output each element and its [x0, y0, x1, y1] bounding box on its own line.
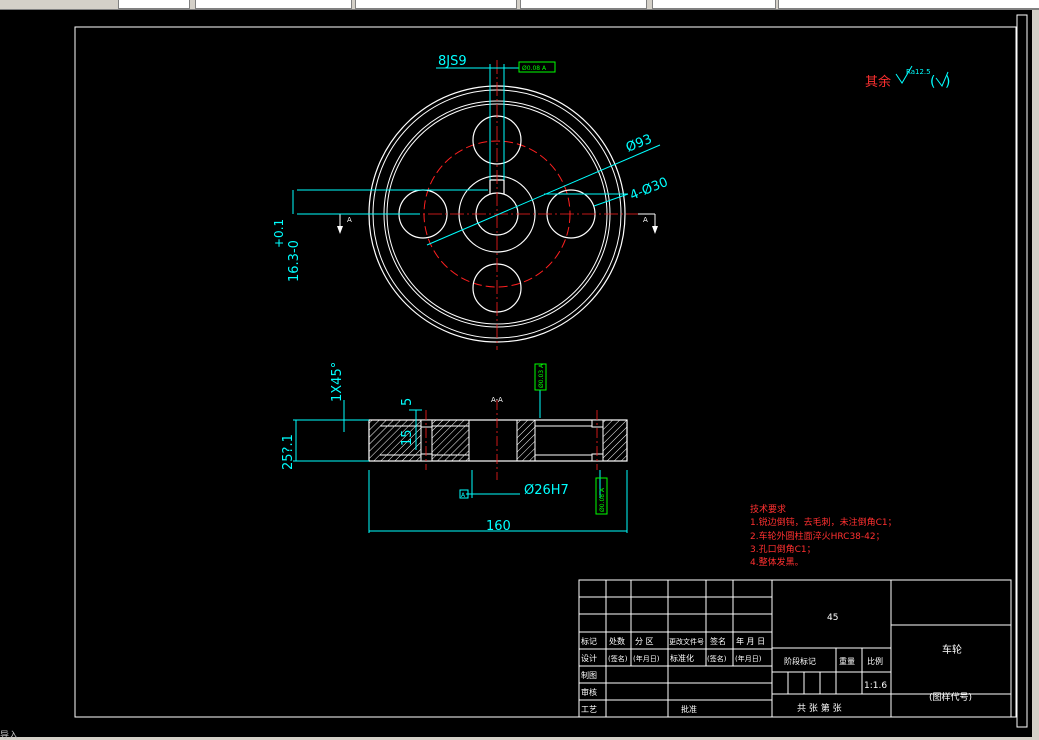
tb-part-name: 车轮 [942, 643, 962, 656]
tb-header-cell: 签名 [710, 636, 726, 646]
tb-stage-mark: 阶段标记 [784, 656, 816, 666]
inner-frame [1016, 14, 1028, 728]
dim-width: 160 [486, 519, 511, 534]
tb-design-cell: 设计 [581, 653, 597, 663]
top-view [337, 60, 658, 350]
section-marker-right: A [643, 216, 648, 224]
tolerance-c: Ø0.08 A [599, 487, 606, 512]
notes-item-4: 4.整体发黑。 [750, 556, 804, 568]
tb-header-cell: 标记 [581, 636, 597, 646]
dim-web: 5 [400, 398, 415, 406]
tb-row-label: 制图 [581, 670, 597, 680]
surface-note-bracket-open: ( [930, 74, 935, 90]
tb-approve: 批准 [681, 704, 697, 714]
notes-item-2: 2.车轮外圆柱面淬火HRC38-42； [750, 530, 885, 542]
dim-height: 25?.1 [281, 434, 296, 470]
section-label: A-A [491, 396, 503, 404]
dim-pitch-circle: Ø93 [624, 132, 654, 156]
notes-title: 技术要求 [750, 503, 786, 515]
tolerance-keyway: Ø0.08 A [522, 65, 547, 72]
surface-note-bracket-close: ) [945, 74, 950, 90]
dim-hub: 15 [400, 429, 415, 446]
surface-note-ra: Ra12.5 [906, 68, 931, 76]
cad-drawing: A A 8JS9 Ø0.08 A Ø93 4-Ø30 +0.1 16.3-0 其… [74, 14, 1028, 728]
tb-weight: 重量 [839, 656, 855, 666]
surface-note-prefix: 其余 [865, 74, 891, 90]
tb-material: 45 [827, 613, 838, 623]
tb-header-cell: 分 区 [635, 637, 654, 646]
tb-design-cell: (年月日) [735, 654, 762, 663]
tb-row-label: 工艺 [581, 705, 597, 714]
dim-holes: 4-Ø30 [628, 175, 670, 204]
tb-design-cell: (签名) [608, 654, 628, 663]
notes-item-1: 1.锐边倒钝，去毛刺，未注倒角C1； [750, 516, 897, 528]
tb-header-cell: 更改文件号 [669, 637, 704, 646]
tb-header-cell: 处数 [609, 636, 625, 646]
dim-keyway: 8JS9 [438, 54, 467, 69]
dim-depth: 16.3-0 [287, 240, 302, 282]
tolerance-b: Ø0.03 A [538, 363, 545, 388]
tb-scale-label: 比例 [867, 656, 883, 666]
tb-design-cell: 标准化 [670, 653, 694, 663]
dim-bore: Ø26H7 [524, 483, 569, 498]
tb-scale: 1:1.6 [864, 681, 887, 691]
tb-design-cell: (年月日) [633, 654, 660, 663]
tb-header-cell: 年 月 日 [736, 636, 765, 646]
tb-row-label: 审核 [581, 687, 597, 697]
dim-depth-tol-top: +0.1 [272, 219, 286, 248]
section-marker-left: A [347, 216, 352, 224]
tb-design-cell: (签名) [707, 654, 727, 663]
dim-chamfer: 1X45° [330, 362, 345, 402]
tb-sheets: 共 张 第 张 [797, 702, 842, 714]
tb-drawing-no: (图样代号) [929, 691, 972, 703]
notes-item-3: 3.孔口倒角C1； [750, 543, 816, 555]
